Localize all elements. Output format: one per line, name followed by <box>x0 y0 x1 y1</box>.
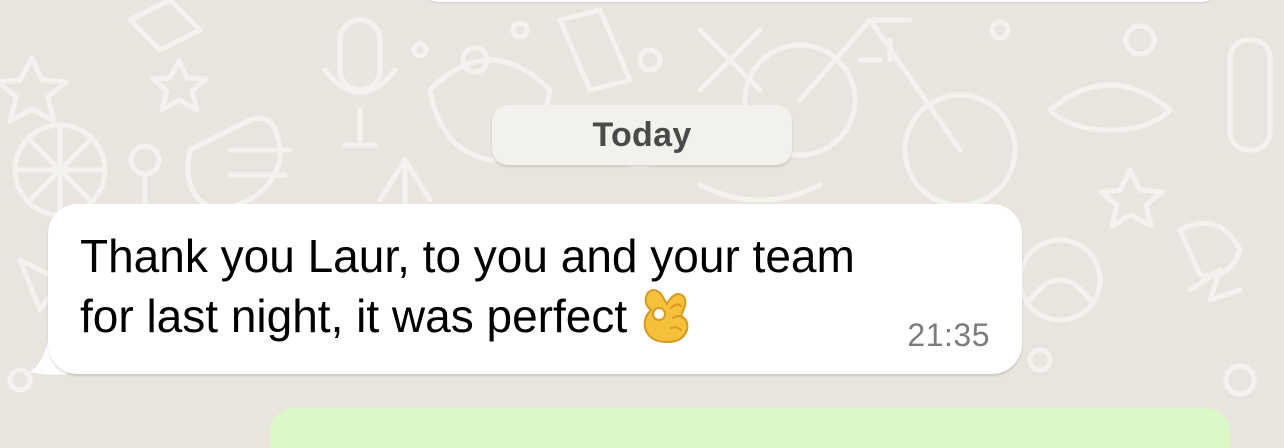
message-text-line-2: for last night, it was perfect <box>80 290 628 342</box>
message-timestamp: 21:35 <box>907 317 990 353</box>
previous-message-bubble <box>420 0 1220 2</box>
next-outgoing-message-bubble <box>270 408 1230 448</box>
ok-hand-emoji <box>643 289 689 344</box>
message-text: Thank you Laur, to you and your team for … <box>80 228 980 344</box>
date-separator: Today <box>492 105 792 165</box>
incoming-message-bubble[interactable]: Thank you Laur, to you and your team for … <box>48 204 1022 374</box>
date-separator-label: Today <box>592 115 692 154</box>
message-text-line-1: Thank you Laur, to you and your team <box>80 230 855 282</box>
